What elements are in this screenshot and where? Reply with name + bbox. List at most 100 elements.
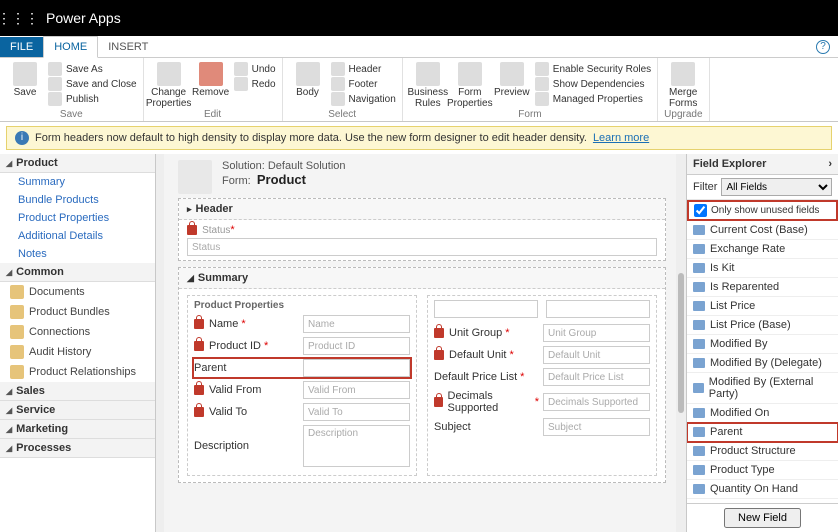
rules-icon (416, 62, 440, 86)
field-input[interactable]: Valid To (303, 403, 410, 421)
canvas-scrollbar[interactable] (676, 154, 686, 532)
field-explorer-item[interactable]: Quantity On Hand (687, 480, 838, 499)
navigation-button[interactable]: Navigation (331, 92, 396, 106)
form-properties-button[interactable]: Form Properties (451, 60, 489, 109)
new-field-button[interactable]: New Field (724, 508, 801, 528)
field-input[interactable]: Valid From (303, 381, 410, 399)
field-explorer-item[interactable]: Parent (687, 423, 838, 442)
footer-button[interactable]: Footer (331, 77, 396, 91)
entity-icon (10, 345, 24, 359)
form-field[interactable]: Parent (194, 359, 410, 377)
dependencies-button[interactable]: Show Dependencies (535, 77, 651, 91)
remove-button[interactable]: Remove (192, 60, 230, 99)
form-field[interactable]: Valid FromValid From (194, 381, 410, 399)
field-input[interactable] (303, 359, 410, 377)
nav-section-processes[interactable]: Processes (0, 439, 155, 458)
status-field[interactable]: Status (187, 238, 657, 256)
save-as-button[interactable]: Save As (48, 62, 137, 76)
nav-item[interactable]: Additional Details (0, 227, 155, 245)
field-explorer-item[interactable]: Current Cost (Base) (687, 221, 838, 240)
field-input[interactable]: Subject (543, 418, 650, 436)
field-explorer-item[interactable]: Modified By (External Party) (687, 373, 838, 404)
form-field[interactable]: Default Price List *Default Price List (434, 368, 650, 386)
column-title: Product Properties (194, 300, 410, 311)
solution-label: Solution: Default Solution (222, 160, 346, 172)
header-button[interactable]: Header (331, 62, 396, 76)
lock-icon (187, 225, 197, 235)
form-field[interactable]: SubjectSubject (434, 418, 650, 436)
lock-icon (194, 385, 204, 395)
field-explorer-item[interactable]: Is Kit (687, 259, 838, 278)
filter-select[interactable]: All Fields (721, 178, 832, 196)
business-rules-button[interactable]: Business Rules (409, 60, 447, 109)
app-launcher-icon[interactable]: ⋮⋮⋮ (0, 0, 36, 36)
nav-section-service[interactable]: Service (0, 401, 155, 420)
field-description[interactable]: Description Description (194, 425, 410, 467)
field-input[interactable]: Decimals Supported (543, 393, 650, 411)
redo-button[interactable]: Redo (234, 77, 276, 91)
preview-button[interactable]: Preview (493, 60, 531, 99)
field-explorer-item[interactable]: Exchange Rate (687, 240, 838, 259)
field-explorer-item[interactable]: Product Type (687, 461, 838, 480)
section-summary[interactable]: Summary Product Properties Name *NamePro… (178, 267, 666, 483)
field-input[interactable]: Product ID (303, 337, 410, 355)
merge-forms-button[interactable]: Merge Forms (664, 60, 702, 109)
form-field[interactable]: Unit Group *Unit Group (434, 324, 650, 342)
menu-bar: FILE HOME INSERT ? (0, 36, 838, 58)
properties-icon (157, 62, 181, 86)
nav-item[interactable]: Product Bundles (0, 302, 155, 322)
nav-item[interactable]: Bundle Products (0, 191, 155, 209)
nav-item[interactable]: Notes (0, 245, 155, 263)
save-button[interactable]: Save (6, 60, 44, 99)
field-explorer-item[interactable]: Modified By (687, 335, 838, 354)
field-input[interactable]: Unit Group (543, 324, 650, 342)
form-field[interactable]: Name *Name (194, 315, 410, 333)
unused-fields-check[interactable] (694, 204, 707, 217)
field-explorer-item[interactable]: Modified By (Delegate) (687, 354, 838, 373)
unused-fields-checkbox[interactable]: Only show unused fields (688, 201, 837, 220)
body-button[interactable]: Body (289, 60, 327, 99)
tab-home[interactable]: HOME (43, 36, 98, 58)
form-field[interactable]: Product ID *Product ID (194, 337, 410, 355)
field-explorer-item[interactable]: Is Reparented (687, 278, 838, 297)
nav-section-common[interactable]: Common (0, 263, 155, 282)
tab-insert[interactable]: INSERT (98, 37, 158, 57)
description-input[interactable]: Description (303, 425, 410, 467)
security-roles-button[interactable]: Enable Security Roles (535, 62, 651, 76)
field-label: Parent (194, 362, 226, 374)
field-label: Product ID (209, 340, 261, 352)
lock-icon (434, 350, 444, 360)
help-icon[interactable]: ? (816, 40, 830, 54)
nav-item[interactable]: Connections (0, 322, 155, 342)
publish-button[interactable]: Publish (48, 92, 137, 106)
managed-properties-button[interactable]: Managed Properties (535, 92, 651, 106)
field-input[interactable]: Default Unit (543, 346, 650, 364)
entity-icon (10, 325, 24, 339)
field-explorer-item[interactable]: List Price (687, 297, 838, 316)
section-header[interactable]: Header Status* Status (178, 198, 666, 261)
nav-section-marketing[interactable]: Marketing (0, 420, 155, 439)
form-field[interactable]: Default Unit *Default Unit (434, 346, 650, 364)
nav-section-product[interactable]: Product (0, 154, 155, 173)
nav-section-sales[interactable]: Sales (0, 382, 155, 401)
nav-item[interactable]: Product Relationships (0, 362, 155, 382)
form-field[interactable]: Valid ToValid To (194, 403, 410, 421)
nav-item[interactable]: Audit History (0, 342, 155, 362)
save-close-button[interactable]: Save and Close (48, 77, 137, 91)
nav-item[interactable]: Summary (0, 173, 155, 191)
nav-item[interactable]: Product Properties (0, 209, 155, 227)
field-explorer-item[interactable]: Product Structure (687, 442, 838, 461)
tab-file[interactable]: FILE (0, 37, 43, 57)
form-field[interactable]: Decimals Supported *Decimals Supported (434, 390, 650, 414)
change-properties-button[interactable]: Change Properties (150, 60, 188, 109)
undo-button[interactable]: Undo (234, 62, 276, 76)
dependencies-icon (535, 77, 549, 91)
field-explorer-item[interactable]: Modified On (687, 404, 838, 423)
info-link[interactable]: Learn more (593, 132, 649, 144)
expand-icon[interactable]: › (828, 158, 832, 170)
field-explorer-item[interactable]: List Price (Base) (687, 316, 838, 335)
summary-left-column: Product Properties Name *Name Product ID … (187, 295, 417, 476)
field-input[interactable]: Default Price List (543, 368, 650, 386)
field-input[interactable]: Name (303, 315, 410, 333)
nav-item[interactable]: Documents (0, 282, 155, 302)
